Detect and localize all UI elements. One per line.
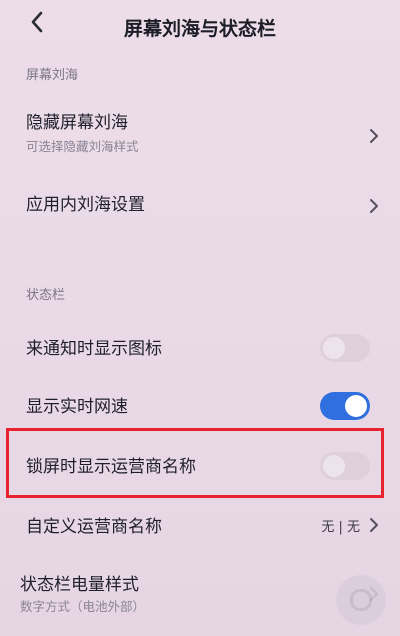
header-bar: 屏幕刘海与状态栏 [0, 0, 400, 50]
custom-carrier-value: 无 | 无 [321, 520, 360, 535]
toggle-knob [345, 395, 367, 417]
hide-notch-title: 隐藏屏幕刘海 [26, 113, 128, 133]
hide-notch-row[interactable]: 隐藏屏幕刘海 可选择隐藏刘海样式 [0, 98, 400, 164]
battery-style-title: 状态栏电量样式 [20, 575, 139, 595]
section-label-statusbar: 状态栏 [26, 288, 66, 303]
realtime-speed-row[interactable]: 显示实时网速 [0, 378, 400, 432]
battery-style-subtitle: 数字方式（电池外部） [20, 599, 146, 614]
notification-icon-title: 来通知时显示图标 [26, 339, 162, 359]
custom-carrier-title: 自定义运营商名称 [26, 517, 162, 537]
chevron-right-icon [368, 517, 380, 533]
page-title: 屏幕刘海与状态栏 [123, 18, 276, 40]
realtime-speed-title: 显示实时网速 [26, 397, 128, 417]
section-label-notch: 屏幕刘海 [26, 68, 79, 83]
hide-notch-subtitle: 可选择隐藏刘海样式 [26, 139, 139, 154]
chevron-right-icon [368, 198, 380, 214]
toggle-knob [323, 337, 345, 359]
highlight-box [6, 428, 384, 498]
realtime-speed-toggle[interactable] [320, 392, 370, 420]
app-notch-settings-title: 应用内刘海设置 [26, 195, 145, 215]
custom-carrier-row[interactable]: 自定义运营商名称 无 | 无 [0, 500, 400, 554]
notification-icon-row[interactable]: 来通知时显示图标 [0, 320, 400, 374]
app-notch-settings-row[interactable]: 应用内刘海设置 [0, 176, 400, 230]
notification-icon-toggle[interactable] [320, 334, 370, 362]
floating-assistive-button[interactable] [336, 575, 386, 625]
chevron-right-icon [368, 128, 380, 144]
